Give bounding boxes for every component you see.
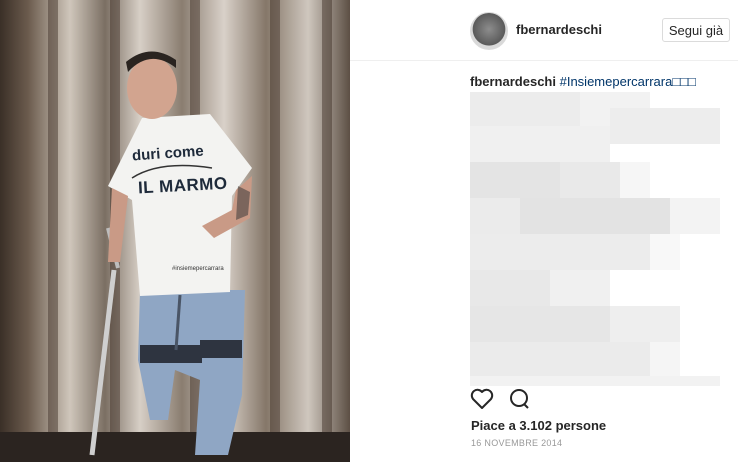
post-date: 16 NOVEMBRE 2014 <box>471 438 563 448</box>
post-actions <box>470 388 550 414</box>
heart-outline-icon[interactable] <box>470 388 494 415</box>
caption-username[interactable]: fbernardeschi <box>470 74 556 89</box>
post-sidebar: fbernardeschi Segui già fbernardeschi #I… <box>350 0 738 462</box>
post-header: fbernardeschi Segui già <box>350 0 738 61</box>
caption: fbernardeschi #Insiemepercarrara□□□ <box>470 74 730 89</box>
username-link[interactable]: fbernardeschi <box>516 22 602 37</box>
blurred-comments <box>470 92 720 386</box>
caption-emoji: □□□ <box>672 74 696 89</box>
avatar[interactable] <box>470 12 508 50</box>
person-figure <box>89 51 252 456</box>
post-photo[interactable]: duri come IL MARMO #insiemepercarrara <box>0 0 350 462</box>
follow-button[interactable]: Segui già <box>662 18 730 42</box>
shirt-hashtag: #insiemepercarrara <box>172 266 224 272</box>
caption-hashtag[interactable]: #Insiemepercarrara <box>560 74 673 89</box>
speech-bubble-icon[interactable] <box>507 388 531 415</box>
likes-count[interactable]: Piace a 3.102 persone <box>471 418 606 433</box>
